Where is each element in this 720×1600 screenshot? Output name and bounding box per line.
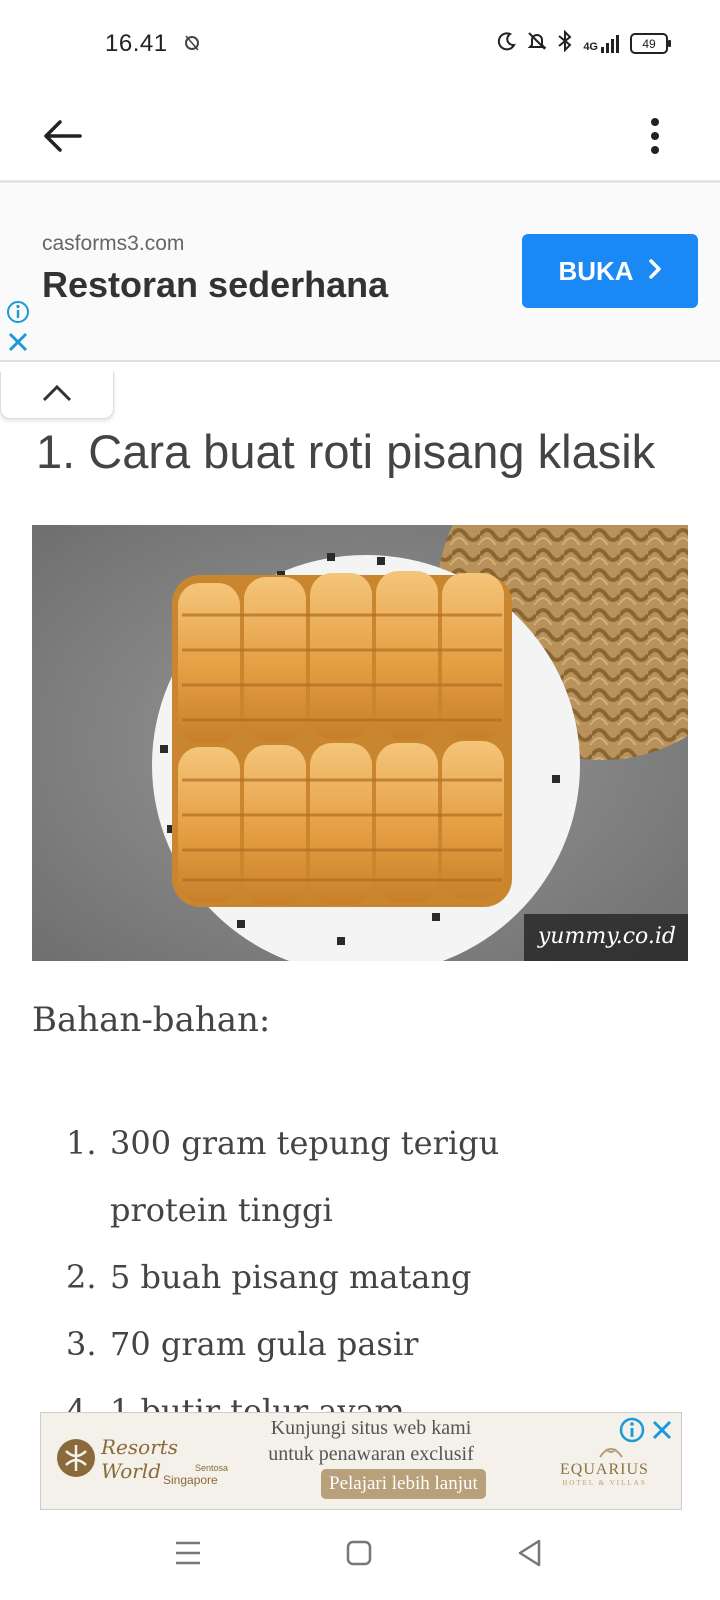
network-type: 4G [583,40,598,53]
ad-open-button[interactable]: BUKA [522,234,698,308]
ad-open-button-label: BUKA [558,255,634,286]
back-arrow-icon[interactable] [40,116,90,156]
article-image: yummy.co.id [32,525,688,961]
ad-close-icon[interactable] [649,1417,675,1448]
list-item-number: 3. [66,1325,97,1363]
bottom-ad-cta-button[interactable]: Pelajari lebih lanjut [321,1469,486,1499]
status-bar: 16.41 4G 49 [0,0,720,90]
list-item-text: 5 buah pisang matang [110,1258,472,1296]
ad-collapse-tab[interactable] [0,372,114,419]
menu-icon[interactable] [174,1540,202,1571]
list-item-text: 70 gram gula pasir [110,1325,419,1363]
bottom-ad-banner[interactable]: Resorts World Sentosa Singapore Kunjungi… [40,1412,682,1510]
resorts-world-logo-sub1: Sentosa [195,1463,229,1473]
status-time: 16.41 [105,30,168,57]
moon-icon [497,31,517,56]
more-vertical-icon[interactable] [640,114,670,158]
image-credit: yummy.co.id [523,914,688,961]
battery-icon: 49 [630,33,671,54]
resorts-world-emblem-icon [57,1439,95,1477]
system-nav-bar [0,1510,720,1600]
ad-info-icon[interactable] [619,1417,645,1448]
list-item: 2. 5 buah pisang matang [66,1244,626,1311]
list-item-number: 1. [66,1124,97,1162]
chevron-up-icon [41,382,73,409]
ad-domain: casforms3.com [42,232,185,255]
chevron-right-icon [648,256,662,287]
list-item-number: 2. [66,1258,97,1296]
ad-info-icon[interactable] [6,300,30,329]
back-triangle-icon[interactable] [516,1538,542,1573]
bluetooth-icon [557,29,573,57]
ad-title[interactable]: Restoran sederhana [42,264,388,306]
bell-off-icon [527,31,547,56]
signal-4g-icon: 4G [583,34,620,53]
list-item: 3. 70 gram gula pasir [66,1311,626,1378]
home-icon[interactable] [346,1540,372,1571]
resorts-world-logo: Resorts World Sentosa Singapore [55,1431,229,1491]
ad-close-icon[interactable] [6,330,30,359]
ingredient-list: 1. 300 gram tepung terigu protein tinggi… [66,1110,626,1445]
banana-bread-photo [32,525,688,961]
ad-banner[interactable]: casforms3.com Restoran sederhana BUKA [0,184,720,362]
call-recording-icon [182,32,202,59]
article-heading: 1. Cara buat roti pisang klasik [36,425,656,478]
equarius-sub: HOTEL & VILLAS [562,1479,647,1487]
app-bar [0,90,720,183]
battery-level: 49 [642,36,656,51]
list-item-text: 300 gram tepung terigu protein tinggi [110,1124,500,1229]
bottom-ad-message: Kunjungi situs web kami untuk penawaran … [268,1417,474,1465]
equarius-logo: EQUARIUS HOTEL & VILLAS [560,1448,649,1487]
ingredients-label: Bahan-bahan: [32,1000,271,1040]
status-icons: 4G 49 [497,29,671,57]
list-item: 1. 300 gram tepung terigu protein tinggi [66,1110,626,1244]
resorts-world-logo-sub2: Singapore [163,1473,218,1487]
